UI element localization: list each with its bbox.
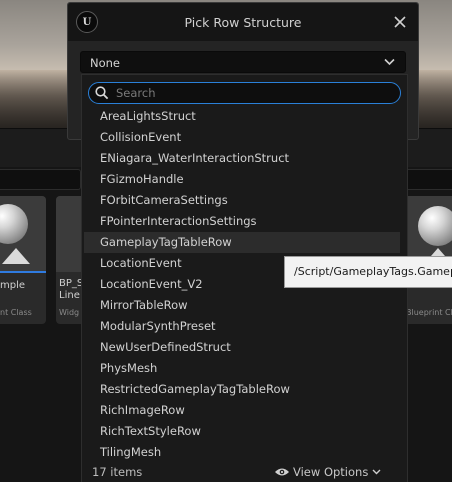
list-item[interactable]: ModularSynthPreset bbox=[84, 316, 400, 337]
pedestal-icon bbox=[2, 248, 30, 264]
list-item[interactable]: RichImageRow bbox=[84, 400, 400, 421]
view-options-button[interactable]: View Options bbox=[274, 463, 381, 481]
asset-name: mple bbox=[0, 280, 26, 291]
list-item[interactable]: AreaLightsStruct bbox=[84, 106, 400, 127]
asset-type-bar bbox=[0, 271, 46, 273]
list-item[interactable]: FOrbitCameraSettings bbox=[84, 190, 400, 211]
content-browser-search[interactable] bbox=[0, 169, 81, 190]
asset-name-line2: Line bbox=[59, 290, 80, 301]
dropdown-footer: 17 items View Options bbox=[82, 461, 407, 482]
asset-type: Blueprint Cl bbox=[406, 308, 452, 317]
asset-tile-left[interactable]: mple nt Class bbox=[0, 196, 46, 324]
item-count: 17 items bbox=[92, 465, 143, 479]
list-item[interactable]: FGizmoHandle bbox=[84, 169, 400, 190]
search-input[interactable] bbox=[116, 85, 386, 101]
asset-type: nt Class bbox=[0, 308, 32, 317]
dialog-title: Pick Row Structure bbox=[184, 15, 302, 30]
asset-name: BP_S bbox=[59, 278, 84, 289]
chevron-down-icon bbox=[372, 469, 381, 475]
sphere-icon bbox=[418, 206, 452, 246]
list-item[interactable]: RichTextStyleRow bbox=[84, 421, 400, 442]
dialog-titlebar[interactable]: U Pick Row Structure bbox=[68, 3, 418, 41]
list-item[interactable]: NewUserDefinedStruct bbox=[84, 337, 400, 358]
row-tooltip: /Script/GameplayTags.GameplayTagTableRow bbox=[284, 256, 452, 288]
tooltip-text: /Script/GameplayTags.GameplayTagTableRow bbox=[294, 265, 452, 278]
row-structure-combo[interactable]: None bbox=[80, 51, 406, 73]
view-options-label: View Options bbox=[293, 465, 369, 479]
list-item[interactable]: CollisionEvent bbox=[84, 127, 400, 148]
search-field[interactable] bbox=[88, 82, 401, 104]
list-item[interactable]: PhysMesh bbox=[84, 358, 400, 379]
combo-selected-value: None bbox=[90, 56, 121, 70]
list-item[interactable]: GameplayTagTableRow bbox=[84, 232, 400, 253]
close-button[interactable] bbox=[390, 12, 410, 32]
asset-type: Widg bbox=[59, 308, 80, 317]
search-icon bbox=[95, 86, 109, 100]
list-item[interactable]: MirrorTableRow bbox=[84, 295, 400, 316]
close-icon bbox=[394, 16, 406, 28]
list-item[interactable]: RestrictedGameplayTagTableRow bbox=[84, 379, 400, 400]
asset-thumbnail bbox=[0, 196, 46, 272]
chevron-down-icon bbox=[384, 58, 395, 66]
sphere-icon bbox=[0, 204, 28, 244]
list-item[interactable]: FPointerInteractionSettings bbox=[84, 211, 400, 232]
list-item[interactable]: TilingMesh bbox=[84, 442, 400, 463]
eye-icon bbox=[275, 468, 289, 476]
list-item[interactable]: ENiagara_WaterInteractionStruct bbox=[84, 148, 400, 169]
